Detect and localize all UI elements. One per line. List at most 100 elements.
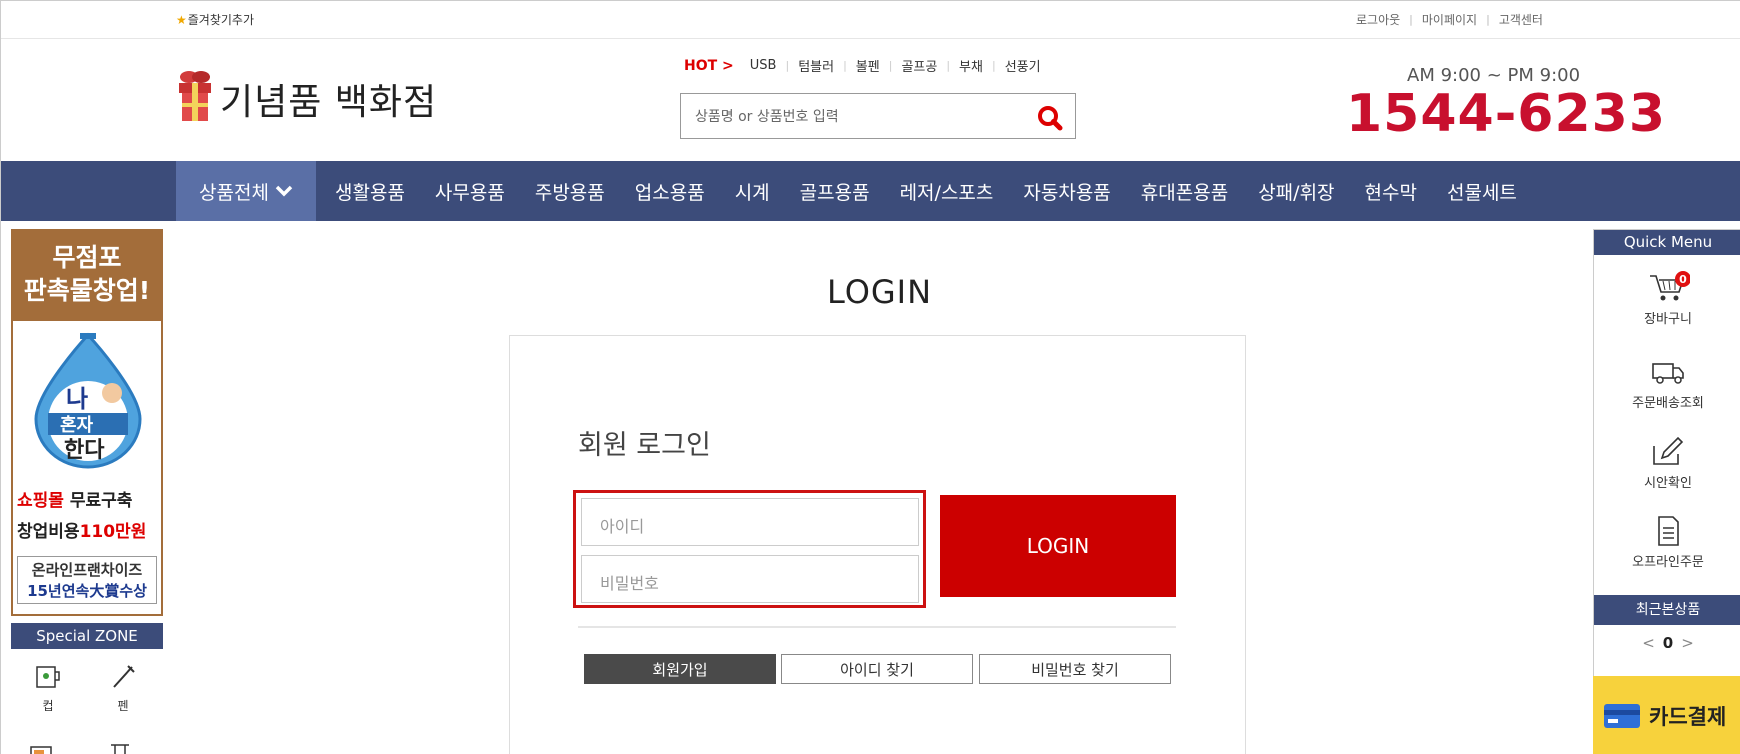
logo-text: 기념품 백화점	[220, 82, 438, 123]
hot-keyword[interactable]: 부채	[959, 56, 983, 75]
page-title: LOGIN	[827, 273, 933, 311]
banner-shop-red: 쇼핑몰	[17, 491, 64, 511]
quick-offline-label: 오프라인주문	[1632, 555, 1704, 570]
separator: |	[991, 59, 996, 72]
banner-cost: 창업비용110만원	[17, 517, 146, 542]
svg-text:한다: 한다	[64, 438, 105, 463]
quick-draft-label: 시안확인	[1644, 476, 1692, 491]
quick-order-tracking[interactable]: 주문배송조회	[1594, 358, 1740, 411]
nav-all-products[interactable]: 상품전체	[176, 161, 316, 221]
quick-menu-title: Quick Menu	[1594, 230, 1740, 255]
tumbler-icon	[111, 744, 129, 754]
separator: |	[1409, 13, 1413, 26]
document-icon	[1658, 516, 1679, 546]
search-input[interactable]: 상품명 or 상품번호 입력	[680, 93, 1076, 139]
nav-item-office[interactable]: 사무용품	[435, 178, 505, 205]
banner-headline: 무점포 판촉물창업!	[13, 231, 161, 321]
credentials-group: 아이디 비밀번호	[573, 490, 926, 608]
find-id-button[interactable]: 아이디 찾기	[781, 654, 973, 684]
nav-item-phone[interactable]: 휴대폰용품	[1141, 178, 1228, 205]
special-item-cup[interactable]: 컵	[23, 663, 73, 714]
edit-icon	[1653, 436, 1684, 465]
nav-item-living[interactable]: 생활용품	[335, 178, 405, 205]
separator: |	[785, 59, 790, 72]
prev-arrow-icon[interactable]: <	[1642, 634, 1655, 652]
find-password-button[interactable]: 비밀번호 찾기	[979, 654, 1171, 684]
special-item-pen[interactable]: 펜	[98, 663, 148, 714]
card-payment-label: 카드결제	[1649, 705, 1727, 729]
search-icon[interactable]	[1035, 103, 1065, 133]
banner-cost-red: 110만원	[79, 522, 147, 542]
login-button[interactable]: LOGIN	[940, 495, 1176, 597]
cart-icon: 0	[1650, 271, 1690, 301]
svg-text:0: 0	[1679, 273, 1687, 286]
nav-item-car[interactable]: 자동차용품	[1023, 178, 1110, 205]
divider	[578, 626, 1176, 628]
nav-item-golf[interactable]: 골프용품	[800, 178, 870, 205]
logout-link[interactable]: 로그아웃	[1356, 11, 1400, 28]
chevron-down-icon	[275, 185, 293, 197]
cup-icon	[36, 666, 60, 688]
separator: |	[946, 59, 951, 72]
quick-draft-check[interactable]: 시안확인	[1594, 434, 1740, 491]
nav-item-business[interactable]: 업소용품	[635, 178, 705, 205]
hot-keyword[interactable]: 볼펜	[856, 56, 880, 75]
nav-item-plaque[interactable]: 상패/휘장	[1258, 178, 1334, 205]
star-icon: ★	[176, 13, 187, 27]
nav-items: 생활용품 사무용품 주방용품 업소용품 시계 골프용품 레저/스포츠 자동차용품…	[319, 161, 1531, 221]
quick-menu: Quick Menu 0 장바구니 주문배송조회 시안확인 오프라인주문 최근본…	[1593, 229, 1740, 679]
next-arrow-icon[interactable]: >	[1681, 634, 1694, 652]
recent-products-header: 최근본상품	[1594, 595, 1740, 625]
bookmark-link[interactable]: ★즐겨찾기추가	[176, 11, 254, 28]
page: ★즐겨찾기추가 로그아웃 | 마이페이지 | 고객센터 기념품 백화점 HOT …	[0, 0, 1740, 754]
hot-keyword[interactable]: USB	[750, 58, 777, 73]
mypage-link[interactable]: 마이페이지	[1422, 11, 1477, 28]
username-field[interactable]: 아이디	[581, 498, 919, 546]
recent-pager: <0 >	[1594, 634, 1740, 652]
hot-label: HOT >	[684, 57, 734, 74]
hot-keywords: HOT > USB | 텀블러 | 볼펜 | 골프공 | 부채 | 선풍기	[684, 56, 1041, 76]
nav-item-leisure[interactable]: 레저/스포츠	[900, 178, 994, 205]
top-links: 로그아웃 | 마이페이지 | 고객센터	[1356, 11, 1543, 28]
nav-item-banner[interactable]: 현수막	[1365, 178, 1417, 205]
bookmark-label: 즐겨찾기추가	[187, 13, 255, 27]
quick-offline-order[interactable]: 오프라인주문	[1594, 515, 1740, 570]
special-item-label: 펜	[117, 699, 129, 713]
nav-item-kitchen[interactable]: 주방용품	[535, 178, 605, 205]
top-bar: ★즐겨찾기추가 로그아웃 | 마이페이지 | 고객센터	[1, 1, 1740, 39]
site-logo[interactable]: 기념품 백화점	[176, 67, 437, 131]
banner-cost-prefix: 창업비용	[17, 522, 80, 542]
quick-cart-label: 장바구니	[1644, 312, 1692, 327]
member-login-heading: 회원 로그인	[578, 430, 711, 461]
banner-line1: 무점포	[52, 243, 122, 272]
separator: |	[1486, 13, 1490, 26]
franchise-banner[interactable]: 무점포 판촉물창업! 나 혼자 한다 쇼핑몰 무료구축 창업비용110만원 온라…	[11, 229, 163, 616]
hot-keyword[interactable]: 텀블러	[798, 56, 834, 75]
special-item-label: 컵	[42, 699, 54, 713]
box-icon	[30, 746, 52, 754]
separator: |	[888, 59, 893, 72]
recent-count: 0	[1662, 634, 1674, 652]
banner-line2: 판촉물창업!	[23, 276, 151, 305]
quick-order-label: 주문배송조회	[1632, 396, 1704, 411]
business-hours: AM 9:00 ~ PM 9:00	[1407, 65, 1581, 86]
separator: |	[843, 59, 847, 72]
password-field[interactable]: 비밀번호	[581, 555, 919, 603]
hot-keyword[interactable]: 골프공	[901, 56, 937, 75]
main-nav: 상품전체 생활용품 사무용품 주방용품 업소용품 시계 골프용품 레저/스포츠 …	[1, 161, 1740, 221]
signup-button[interactable]: 회원가입	[584, 654, 776, 684]
card-payment-button[interactable]: 카드결제	[1593, 676, 1740, 754]
customer-center-link[interactable]: 고객센터	[1499, 11, 1543, 28]
credit-card-icon	[1604, 704, 1640, 728]
search-placeholder: 상품명 or 상품번호 입력	[695, 109, 839, 125]
nav-item-clock[interactable]: 시계	[735, 178, 770, 205]
svg-text:혼자: 혼자	[60, 414, 94, 436]
banner-shop-rest: 무료구축	[63, 491, 133, 511]
gift-box-icon	[179, 71, 211, 121]
hot-keyword[interactable]: 선풍기	[1005, 56, 1041, 75]
quick-cart[interactable]: 0 장바구니	[1594, 270, 1740, 327]
nav-item-giftset[interactable]: 선물세트	[1447, 178, 1517, 205]
award-line1: 온라인프랜차이즈	[31, 561, 143, 579]
banner-free-mall: 쇼핑몰 무료구축	[17, 486, 132, 511]
award-line2: 15년연속大賞수상	[27, 582, 147, 600]
